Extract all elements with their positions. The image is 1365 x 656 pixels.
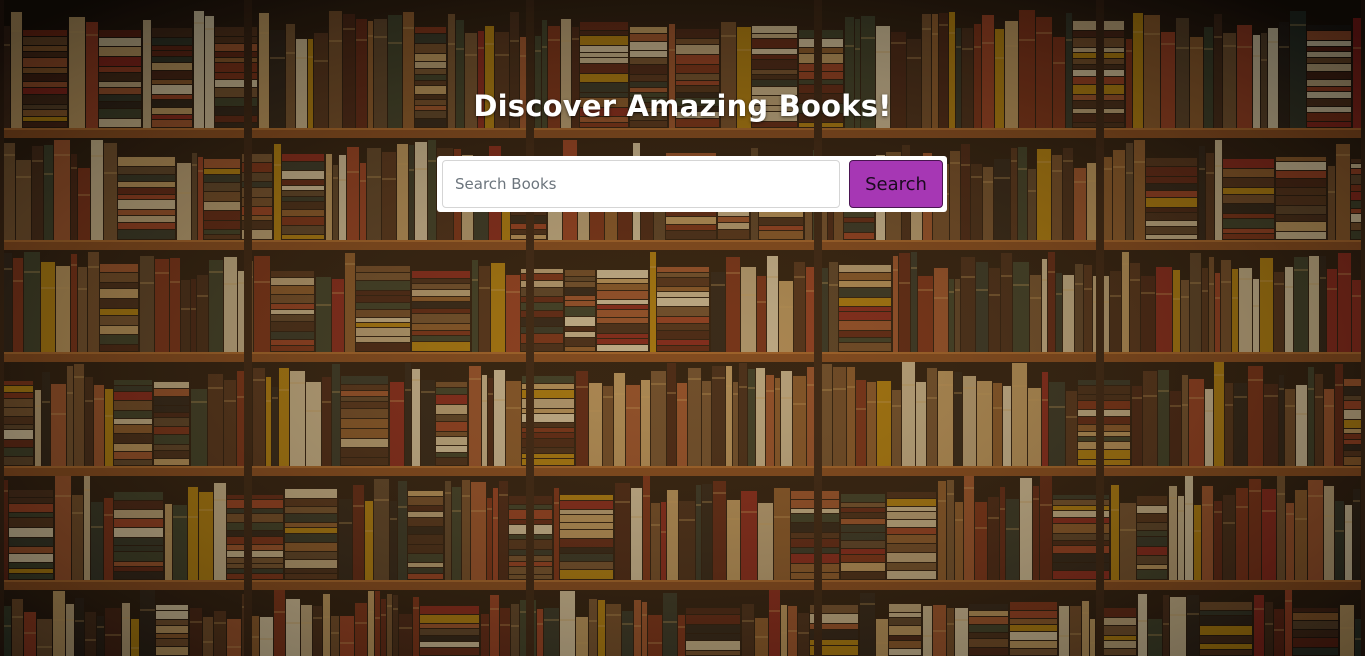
search-input[interactable]: [442, 160, 840, 208]
search-form: Search: [437, 156, 947, 212]
search-button[interactable]: Search: [849, 160, 943, 208]
page-title: Discover Amazing Books!: [473, 89, 892, 124]
